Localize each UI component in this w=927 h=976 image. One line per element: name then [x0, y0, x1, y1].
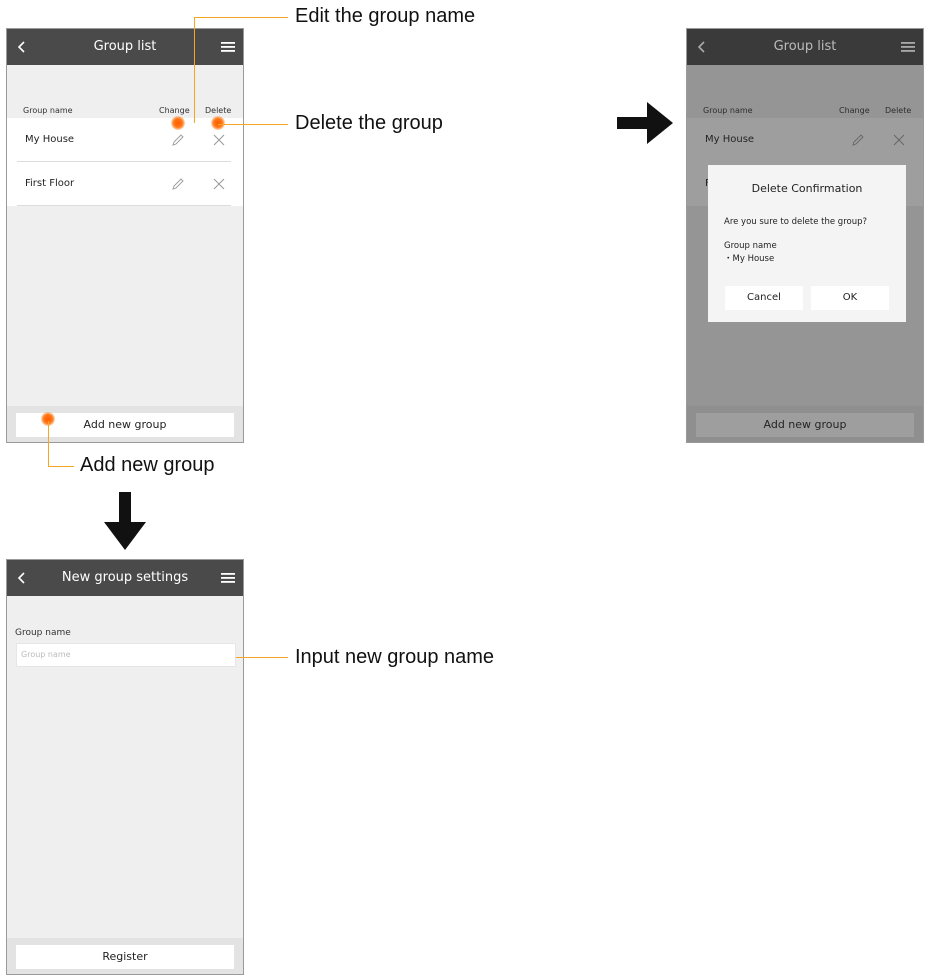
new-group-settings-screen: New group settings Group name Group name… — [6, 559, 244, 975]
dialog-group-label: Group name — [724, 241, 777, 251]
group-name-label: Group name — [15, 628, 71, 638]
close-x-icon[interactable] — [210, 175, 228, 193]
header-bar: Group list — [7, 29, 243, 65]
down-arrow-icon — [104, 492, 146, 554]
dialog-group-value: ・My House — [724, 254, 775, 264]
callout-line-input — [236, 657, 288, 658]
delete-confirmation-screen: Group list Group name Change Delete My H… — [686, 28, 924, 443]
group-row-name: First Floor — [25, 178, 75, 189]
page-title: Group list — [773, 39, 837, 54]
page-title: New group settings — [61, 570, 189, 585]
page-title: Group list — [93, 39, 157, 54]
delete-highlight-dot — [211, 116, 225, 130]
group-list-screen: Group list Group name Change Delete My H… — [6, 28, 244, 443]
header-bar: New group settings — [7, 560, 243, 596]
row-divider — [17, 205, 231, 206]
annotation-add-new-group: Add new group — [80, 454, 215, 476]
register-button[interactable]: Register — [16, 945, 234, 969]
group-name-placeholder: Group name — [21, 650, 71, 659]
footer-bar: Register — [7, 938, 243, 974]
hamburger-menu-icon[interactable] — [221, 29, 235, 65]
header-bar: Group list — [687, 29, 923, 65]
callout-line-add-horizontal — [48, 466, 74, 467]
column-header-change: Change — [159, 106, 190, 115]
annotation-delete-group: Delete the group — [295, 112, 443, 134]
right-arrow-icon — [617, 102, 673, 148]
callout-line-delete — [218, 124, 288, 125]
annotation-edit-group-name: Edit the group name — [295, 5, 476, 27]
pencil-icon[interactable] — [169, 175, 187, 193]
pencil-icon[interactable] — [169, 131, 187, 149]
hamburger-menu-icon — [901, 29, 915, 65]
dialog-question: Are you sure to delete the group? — [724, 217, 867, 227]
group-name-input[interactable]: Group name — [16, 643, 236, 667]
close-x-icon[interactable] — [210, 131, 228, 149]
hamburger-menu-icon[interactable] — [221, 560, 235, 596]
group-row[interactable]: First Floor — [7, 162, 243, 206]
callout-line-edit-vertical — [194, 17, 195, 123]
cancel-button[interactable]: Cancel — [725, 286, 803, 310]
ok-button[interactable]: OK — [811, 286, 889, 310]
edit-highlight-dot — [171, 116, 185, 130]
group-row[interactable]: My House — [7, 118, 243, 162]
column-header-delete: Delete — [205, 106, 232, 115]
group-row-name: My House — [25, 134, 75, 145]
column-header-group-name: Group name — [23, 106, 73, 115]
callout-line-edit-horizontal — [194, 17, 288, 18]
dialog-title: Delete Confirmation — [751, 182, 863, 195]
callout-line-add-vertical — [48, 421, 49, 467]
annotation-input-new-group-name: Input new group name — [295, 646, 495, 668]
delete-confirmation-dialog: Delete Confirmation Are you sure to dele… — [708, 165, 906, 322]
